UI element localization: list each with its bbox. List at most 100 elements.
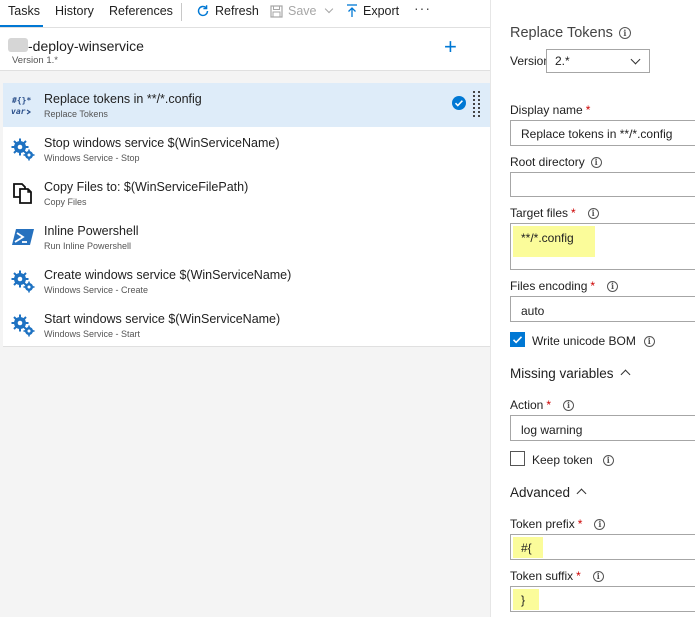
keep-token-label: Keep token i [532, 453, 614, 467]
task-subtitle: Replace Tokens [44, 109, 108, 119]
tab-tasks[interactable]: Tasks [8, 4, 40, 18]
refresh-icon [197, 5, 209, 17]
action-label-text: Action [510, 398, 544, 412]
files-encoding-label: Files encoding * i [510, 279, 619, 293]
version-label: Version [510, 54, 551, 68]
required-mark: * [571, 206, 576, 220]
gears-icon [11, 314, 35, 337]
token-prefix-value: #{ [521, 541, 532, 555]
token-suffix-label: Token suffix * i [510, 569, 604, 583]
more-actions-button[interactable]: ··· [414, 0, 431, 16]
list-item[interactable]: Copy Files to: $(WinServiceFilePath) Cop… [3, 171, 490, 215]
root-directory-label-text: Root directory [510, 155, 585, 169]
highlight-marker [513, 589, 539, 610]
task-subtitle: Copy Files [44, 197, 87, 207]
info-icon[interactable]: i [602, 455, 614, 467]
token-prefix-field[interactable]: #{ [510, 534, 695, 560]
save-icon [270, 4, 283, 18]
version-select[interactable]: 2.* [546, 49, 650, 73]
root-directory-label: Root directory i [510, 155, 602, 169]
task-title: Stop windows service $(WinServiceName) [44, 136, 280, 150]
tab-history[interactable]: History [55, 4, 94, 18]
export-label: Export [363, 4, 400, 18]
info-icon[interactable]: i [618, 27, 631, 40]
export-icon [347, 4, 357, 17]
task-details-title-text: Replace Tokens [510, 25, 613, 41]
gears-icon [11, 270, 35, 293]
info-icon[interactable]: i [607, 281, 619, 293]
definition-header[interactable]: -deploy-winservice Version 1.* + [0, 27, 490, 71]
save-button[interactable]: Save [270, 4, 333, 18]
required-mark: * [546, 398, 552, 412]
display-name-label: Display name * [510, 103, 590, 117]
task-list: #{}* var Replace tokens in **/*.config R… [3, 83, 490, 347]
token-suffix-value: } [521, 593, 526, 607]
action-field[interactable]: log warning [510, 415, 695, 441]
action-label: Action * i [510, 398, 575, 412]
info-icon[interactable]: i [592, 571, 604, 583]
info-icon[interactable]: i [590, 157, 602, 169]
version-value: 2.* [555, 54, 570, 68]
export-button[interactable]: Export [346, 4, 399, 18]
token-suffix-field[interactable]: } [510, 586, 695, 612]
drag-handle-icon[interactable] [473, 91, 481, 117]
chevron-down-icon [630, 54, 641, 65]
tab-references[interactable]: References [109, 4, 173, 18]
token-suffix-label-text: Token suffix [510, 569, 574, 583]
action-value: log warning [521, 423, 583, 437]
list-item[interactable]: Inline Powershell Run Inline Powershell [3, 215, 490, 259]
copy-files-icon [13, 183, 32, 204]
display-name-field[interactable]: Replace tokens in **/*.config [510, 120, 695, 146]
display-name-label-text: Display name [510, 103, 583, 117]
required-mark: * [590, 279, 596, 293]
keep-token-checkbox[interactable] [510, 451, 525, 466]
task-subtitle: Windows Service - Start [44, 329, 141, 339]
missing-variables-section[interactable]: Missing variables [510, 366, 630, 381]
toolbar-separator [181, 3, 182, 21]
task-subtitle: Windows Service - Stop [44, 153, 140, 163]
task-subtitle: Windows Service - Create [44, 285, 149, 295]
task-title: Start windows service $(WinServiceName) [44, 312, 281, 326]
task-title: Replace tokens in **/*.config [44, 92, 202, 106]
definition-name: -deploy-winservice [28, 38, 144, 54]
target-files-label-text: Target files [510, 206, 569, 220]
tasks-pane: -deploy-winservice Version 1.* + #{}* va… [0, 27, 490, 617]
info-icon[interactable]: i [563, 400, 575, 412]
info-icon[interactable]: i [587, 208, 599, 220]
task-subtitle: Run Inline Powershell [44, 241, 132, 251]
required-mark: * [577, 517, 583, 531]
save-label: Save [288, 4, 317, 18]
files-encoding-label-text: Files encoding [510, 279, 588, 293]
write-bom-label-text: Write unicode BOM [532, 334, 636, 348]
list-item[interactable]: Create windows service $(WinServiceName)… [3, 259, 490, 303]
add-task-button[interactable]: + [444, 36, 457, 58]
missing-variables-label: Missing variables [510, 366, 614, 381]
write-bom-label: Write unicode BOM i [532, 334, 655, 348]
checkmark-icon [452, 96, 466, 110]
target-files-textarea[interactable]: **/*.config [510, 223, 695, 270]
task-details-title: Replace Tokens i [510, 25, 631, 41]
files-encoding-value: auto [521, 304, 545, 318]
list-item[interactable]: Stop windows service $(WinServiceName) W… [3, 127, 490, 171]
task-title: Inline Powershell [44, 224, 139, 238]
list-item[interactable]: Start windows service $(WinServiceName) … [3, 303, 490, 347]
write-bom-checkbox[interactable] [510, 332, 525, 347]
files-encoding-field[interactable]: auto [510, 296, 695, 322]
required-mark: * [576, 569, 581, 583]
advanced-section[interactable]: Advanced [510, 485, 587, 500]
target-files-value: **/*.config [521, 231, 574, 245]
root-directory-field[interactable] [510, 172, 695, 197]
list-item[interactable]: #{}* var Replace tokens in **/*.config R… [3, 83, 490, 127]
target-files-label: Target files * i [510, 206, 599, 220]
task-details-pane: Replace Tokens i Version 2.* Display name… [491, 0, 695, 617]
chevron-up-icon [576, 488, 587, 499]
definition-version: Version 1.* [12, 55, 58, 66]
refresh-label: Refresh [215, 4, 259, 18]
info-icon[interactable]: i [594, 519, 606, 531]
chevron-down-icon [324, 4, 333, 14]
refresh-button[interactable]: Refresh [196, 4, 259, 18]
info-icon[interactable]: i [643, 336, 655, 348]
redacted-prefix [8, 38, 28, 52]
required-mark: * [585, 103, 591, 117]
token-prefix-label-text: Token prefix [510, 517, 575, 531]
